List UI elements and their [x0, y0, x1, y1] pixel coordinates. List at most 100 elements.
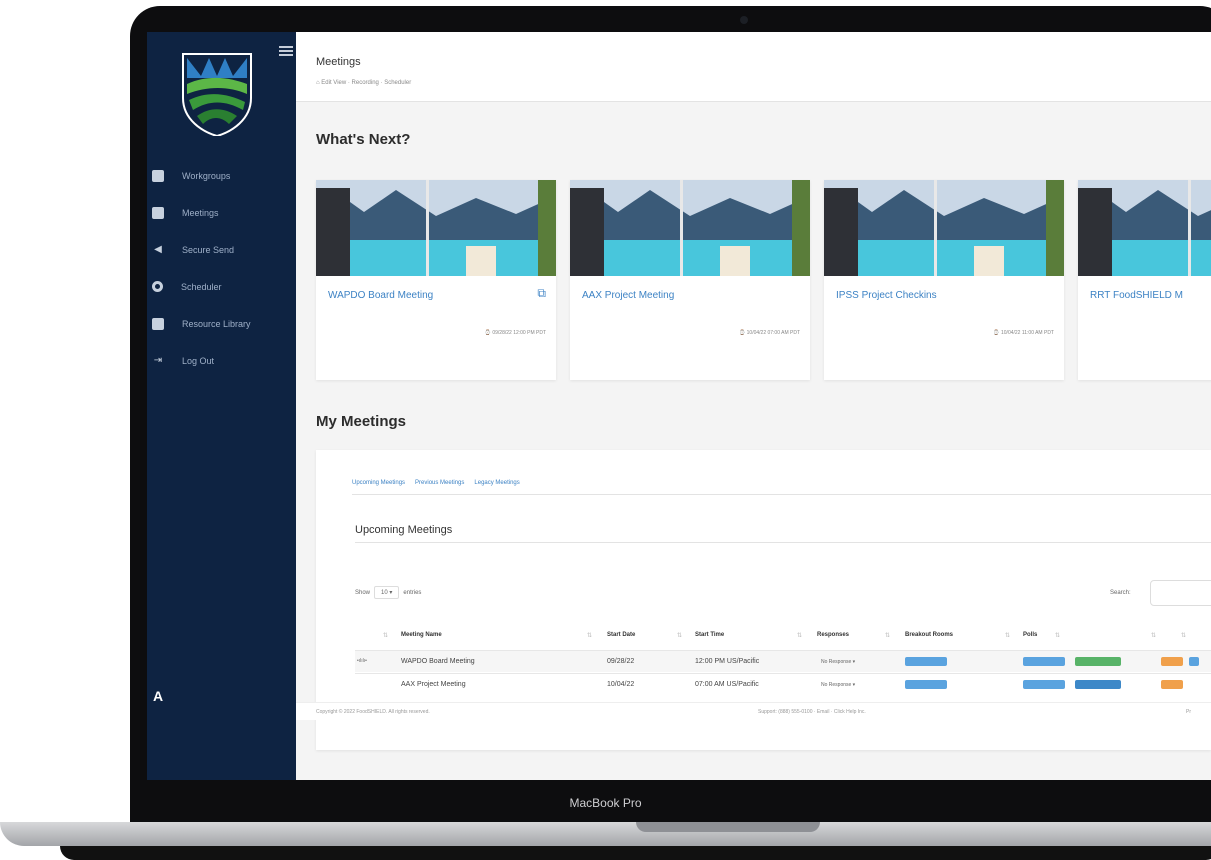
edit-meeting-button[interactable]	[1161, 680, 1183, 689]
shield-logo-icon	[182, 53, 252, 136]
start-meeting-button[interactable]	[1075, 680, 1121, 689]
copyright-text: Copyright © 2022 FoodSHIELD. All rights …	[316, 709, 430, 715]
column-header-meeting-name[interactable]: Meeting Name	[401, 632, 442, 638]
sort-icon[interactable]: ⇅	[885, 632, 890, 639]
chevron-down-icon: ▾	[389, 590, 393, 596]
tab-legacy-meetings[interactable]: Legacy Meetings	[474, 480, 519, 486]
footer-link[interactable]: Pr	[1186, 709, 1191, 715]
sort-icon[interactable]: ⇅	[1181, 632, 1186, 639]
tab-upcoming-meetings[interactable]: Upcoming Meetings	[352, 480, 405, 486]
sort-icon[interactable]: ⇅	[1151, 632, 1156, 639]
column-header-responses[interactable]: Responses	[817, 632, 849, 638]
table-row[interactable]: •ılılı• WAPDO Board Meeting 09/28/22 12:…	[355, 650, 1211, 672]
camera-icon	[740, 16, 748, 24]
table-header: ⇅ Meeting Name ⇅ Start Date ⇅ Start Time…	[355, 628, 1211, 646]
meeting-card[interactable]: RRT FoodSHIELD M	[1078, 180, 1211, 380]
entries-label: entries	[403, 589, 422, 596]
polls-button[interactable]	[1023, 680, 1065, 689]
meeting-card-time: ⌚ 09/28/22 12:00 PM PDT	[484, 330, 546, 336]
video-icon	[152, 206, 164, 219]
sort-icon[interactable]: ⇅	[797, 632, 802, 639]
column-header-breakout-rooms[interactable]: Breakout Rooms	[905, 632, 953, 638]
laptop-notch	[636, 822, 820, 832]
meeting-card-title[interactable]: IPSS Project Checkins	[836, 290, 937, 301]
meeting-card[interactable]: AAX Project Meeting ⌚ 10/04/22 07:00 AM …	[570, 180, 810, 380]
meeting-tabs: Upcoming Meetings Previous Meetings Lega…	[352, 480, 520, 486]
breadcrumb[interactable]: ⌂ Edit View · Recording · Scheduler	[316, 80, 411, 86]
briefcase-icon	[152, 169, 164, 182]
clock-icon	[152, 281, 163, 292]
sidebar-item-label: Scheduler	[181, 281, 222, 292]
meeting-name-cell[interactable]: WAPDO Board Meeting	[401, 658, 475, 665]
meeting-card[interactable]: IPSS Project Checkins ⌚ 10/04/22 11:00 A…	[824, 180, 1064, 380]
response-dropdown[interactable]: No Response ▾	[821, 682, 855, 688]
my-meetings-heading: My Meetings	[316, 413, 407, 430]
table-title: Upcoming Meetings	[355, 524, 453, 536]
sidebar-item-label: Meetings	[182, 207, 219, 218]
sidebar-item-scheduler[interactable]: Scheduler	[147, 268, 296, 305]
polls-button[interactable]	[1023, 657, 1065, 666]
divider	[352, 494, 1211, 495]
meeting-thumbnail	[570, 180, 810, 276]
show-label: Show	[355, 589, 371, 596]
page-header: Meetings ⌂ Edit View · Recording · Sched…	[296, 32, 1211, 102]
brand-mark: A	[153, 688, 164, 704]
app-screen: Workgroups Meetings ◀ Secure Send Schedu…	[147, 32, 1211, 780]
meeting-thumbnail	[1078, 180, 1211, 276]
column-header-polls[interactable]: Polls	[1023, 632, 1037, 638]
start-meeting-button[interactable]	[1075, 657, 1121, 666]
logout-icon: ⇥	[153, 355, 163, 366]
sidebar-item-label: Log Out	[182, 355, 215, 366]
search-label: Search:	[1110, 590, 1131, 596]
sort-icon[interactable]: ⇅	[677, 632, 682, 639]
column-header-start-time[interactable]: Start Time	[695, 632, 724, 638]
laptop-shadow	[60, 846, 1211, 860]
meeting-card-title[interactable]: RRT FoodSHIELD M	[1090, 290, 1183, 301]
response-dropdown[interactable]: No Response ▾	[821, 659, 855, 665]
meeting-card-time: ⌚ 10/04/22 11:00 AM PDT	[993, 330, 1054, 336]
sidebar-item-label: Secure Send	[182, 244, 235, 255]
entries-select[interactable]: 10 ▾	[374, 586, 400, 599]
start-time-cell: 12:00 PM US/Pacific	[695, 658, 760, 665]
meeting-card-title[interactable]: AAX Project Meeting	[582, 290, 674, 301]
sidebar-item-resource-library[interactable]: Resource Library	[147, 305, 296, 342]
edit-meeting-button[interactable]	[1161, 657, 1183, 666]
divider	[355, 542, 1211, 543]
search-input[interactable]	[1150, 580, 1211, 606]
sort-icon[interactable]: ⇅	[1005, 632, 1010, 639]
sidebar-nav: Workgroups Meetings ◀ Secure Send Schedu…	[147, 157, 296, 379]
sidebar-item-meetings[interactable]: Meetings	[147, 194, 296, 231]
support-text[interactable]: Support: (888) 555-0100 · Email · Click …	[758, 709, 866, 715]
column-header-start-date[interactable]: Start Date	[607, 632, 635, 638]
sidebar-item-log-out[interactable]: ⇥ Log Out	[147, 342, 296, 379]
table-row[interactable]: AAX Project Meeting 10/04/22 07:00 AM US…	[355, 673, 1211, 695]
start-date-cell: 10/04/22	[607, 681, 635, 688]
meeting-thumbnail	[316, 180, 556, 276]
sidebar-item-secure-send[interactable]: ◀ Secure Send	[147, 231, 296, 268]
whats-next-heading: What's Next?	[316, 131, 411, 148]
send-icon: ◀	[154, 244, 162, 255]
laptop-base	[0, 822, 1211, 846]
meeting-name-cell[interactable]: AAX Project Meeting	[401, 681, 466, 688]
sort-icon[interactable]: ⇅	[383, 632, 388, 639]
menu-toggle-button[interactable]	[279, 46, 293, 56]
entries-value: 10	[381, 590, 388, 596]
sort-icon[interactable]: ⇅	[587, 632, 592, 639]
book-icon	[152, 317, 164, 330]
tab-previous-meetings[interactable]: Previous Meetings	[415, 480, 464, 486]
meeting-card-title[interactable]: WAPDO Board Meeting	[328, 290, 433, 301]
laptop-model-label: MacBook Pro	[569, 796, 642, 810]
start-date-cell: 09/28/22	[607, 658, 635, 665]
sidebar-item-workgroups[interactable]: Workgroups	[147, 157, 296, 194]
sidebar-item-label: Resource Library	[182, 318, 251, 329]
breakout-rooms-button[interactable]	[905, 657, 947, 666]
meeting-card[interactable]: WAPDO Board Meeting ⧉ ⌚ 09/28/22 12:00 P…	[316, 180, 556, 380]
breakout-rooms-button[interactable]	[905, 680, 947, 689]
sort-icon[interactable]: ⇅	[1055, 632, 1060, 639]
sidebar: Workgroups Meetings ◀ Secure Send Schedu…	[147, 32, 296, 780]
meeting-card-time: ⌚ 10/04/22 07:00 AM PDT	[739, 330, 800, 336]
meeting-thumbnail	[824, 180, 1064, 276]
start-time-cell: 07:00 AM US/Pacific	[695, 681, 759, 688]
more-button[interactable]	[1189, 657, 1199, 666]
edit-icon[interactable]: ⧉	[537, 286, 546, 301]
